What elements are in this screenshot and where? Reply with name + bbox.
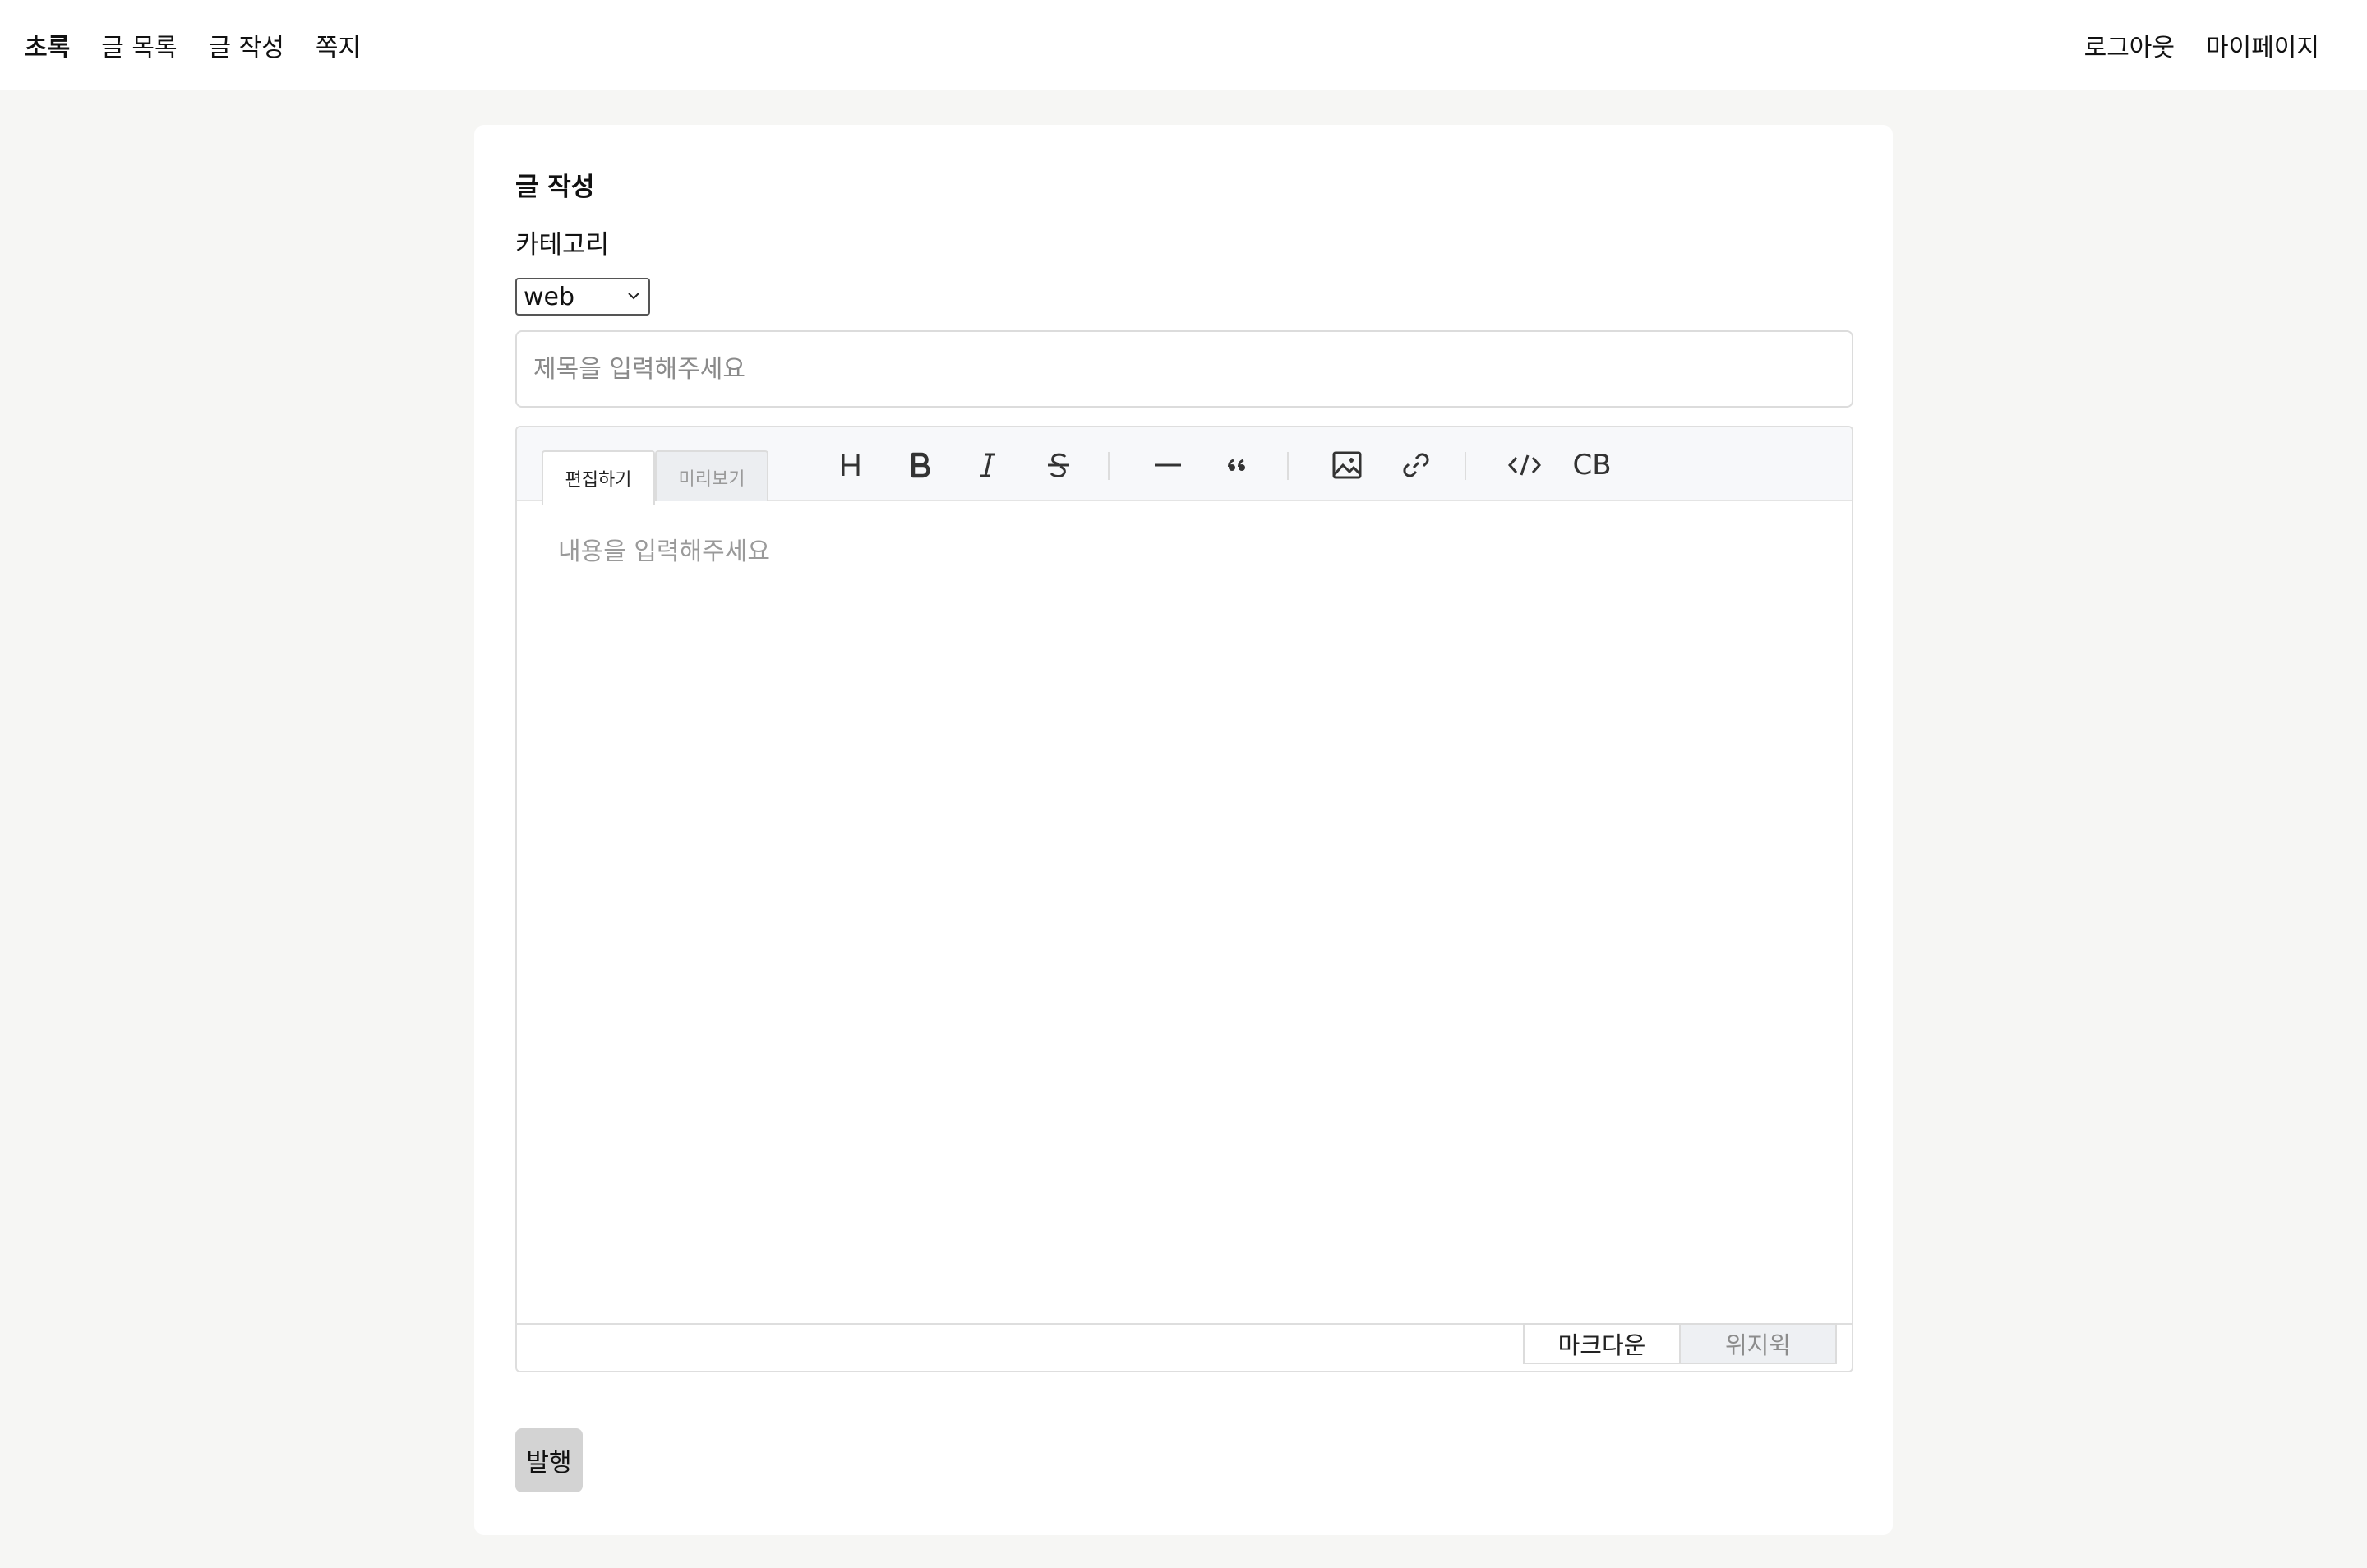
heading-button[interactable] bbox=[828, 442, 874, 488]
quote-icon bbox=[1228, 459, 1245, 471]
quote-button[interactable] bbox=[1214, 442, 1260, 488]
nav-messages[interactable]: 쪽지 bbox=[316, 27, 361, 63]
toolbar-separator bbox=[1287, 452, 1289, 480]
title-input[interactable] bbox=[515, 330, 1853, 408]
tab-edit[interactable]: 편집하기 bbox=[542, 450, 655, 505]
link-icon bbox=[1403, 453, 1429, 477]
category-selected-value: web bbox=[524, 282, 575, 311]
image-icon bbox=[1332, 451, 1362, 479]
link-button[interactable] bbox=[1393, 442, 1439, 488]
horizontal-rule-button[interactable] bbox=[1145, 442, 1191, 488]
strike-icon bbox=[1048, 453, 1069, 477]
chevron-down-icon bbox=[628, 293, 639, 300]
mode-markdown-button[interactable]: 마크다운 bbox=[1523, 1323, 1681, 1364]
nav-post-list[interactable]: 글 목록 bbox=[101, 27, 177, 63]
category-label: 카테고리 bbox=[515, 230, 610, 260]
image-button[interactable] bbox=[1324, 442, 1370, 488]
bold-icon bbox=[911, 452, 930, 478]
editor-mode-bar: 마크다운 위지윅 bbox=[517, 1323, 1852, 1371]
heading-icon bbox=[842, 454, 860, 476]
markdown-editor: 편집하기 미리보기 CB 내용을 입력해주세요 마크다운 위지윅 bbox=[515, 426, 1853, 1372]
editor-toolbar: 편집하기 미리보기 CB bbox=[517, 427, 1852, 505]
publish-button[interactable]: 발행 bbox=[515, 1428, 583, 1492]
logout-link[interactable]: 로그아웃 bbox=[2084, 27, 2175, 63]
codeblock-icon: CB bbox=[1572, 449, 1612, 482]
mypage-link[interactable]: 마이페이지 bbox=[2206, 27, 2319, 63]
content-textarea[interactable] bbox=[517, 501, 1852, 1323]
mode-wysiwyg-button[interactable]: 위지윅 bbox=[1679, 1323, 1837, 1364]
top-nav: 초록 글 목록 글 작성 쪽지 로그아웃 마이페이지 bbox=[0, 0, 2367, 90]
code-button[interactable] bbox=[1502, 442, 1548, 488]
nav-write-post[interactable]: 글 작성 bbox=[209, 27, 284, 63]
write-post-card: 글 작성 카테고리 web 편집하기 미리보기 bbox=[474, 125, 1893, 1535]
brand-logo-link[interactable]: 초록 bbox=[25, 27, 70, 63]
italic-icon bbox=[980, 453, 995, 477]
hr-icon bbox=[1155, 463, 1181, 467]
code-icon bbox=[1507, 454, 1542, 476]
page-title: 글 작성 bbox=[515, 173, 595, 202]
tab-preview[interactable]: 미리보기 bbox=[655, 450, 768, 503]
nav-right: 로그아웃 마이페이지 bbox=[2053, 0, 2319, 90]
toolbar-separator bbox=[1465, 452, 1466, 480]
codeblock-button[interactable]: CB bbox=[1569, 442, 1615, 488]
strike-button[interactable] bbox=[1036, 442, 1082, 488]
bold-button[interactable] bbox=[897, 442, 943, 488]
toolbar-separator bbox=[1108, 452, 1110, 480]
nav-left: 초록 글 목록 글 작성 쪽지 bbox=[25, 0, 392, 90]
italic-button[interactable] bbox=[965, 442, 1011, 488]
category-select[interactable]: web bbox=[515, 278, 650, 316]
